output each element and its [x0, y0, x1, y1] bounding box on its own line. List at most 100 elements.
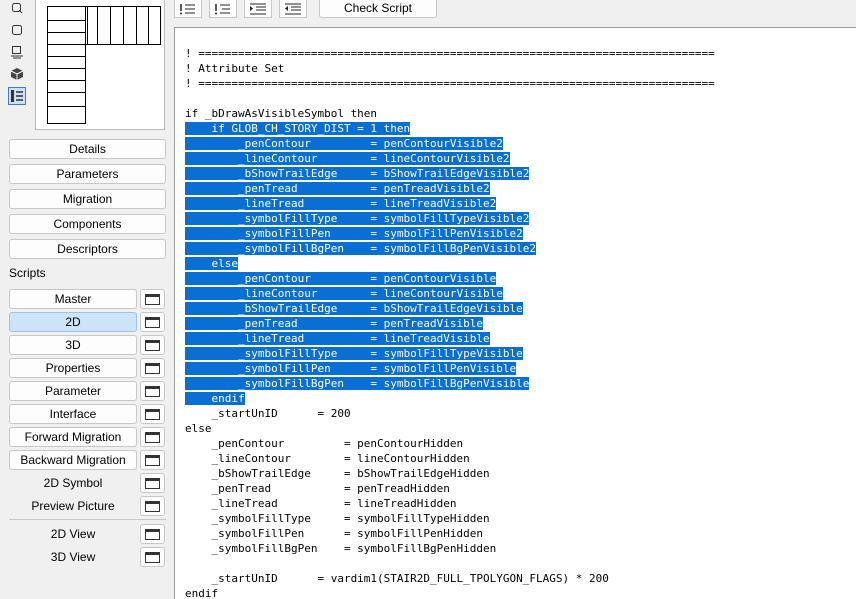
code-text: _penContour = penContourHidden	[185, 437, 464, 450]
code-line[interactable]: _lineTread = lineTreadVisible	[185, 331, 715, 346]
select-icon[interactable]	[9, 0, 25, 16]
code-line[interactable]: _penContour = penContourVisible	[185, 271, 715, 286]
script-interface-button[interactable]: Interface	[9, 404, 137, 424]
indent-button[interactable]	[244, 0, 272, 18]
code-line[interactable]: _bShowTrailEdge = bShowTrailEdgeHidden	[185, 466, 715, 481]
code-line[interactable]: _bShowTrailEdge = bShowTrailEdgeVisible2	[185, 166, 715, 181]
indent-icon	[250, 3, 266, 14]
3d-view-button[interactable]: 3D View	[9, 547, 137, 567]
code-line[interactable]: _symbolFillType = symbolFillTypeVisible2	[185, 211, 715, 226]
open-window-button[interactable]	[140, 358, 165, 378]
details-button[interactable]: Details	[9, 139, 166, 159]
descriptors-button[interactable]: Descriptors	[9, 239, 166, 259]
code-line[interactable]: _symbolFillPen = symbolFillPenVisible2	[185, 226, 715, 241]
code-line[interactable]: _lineContour = lineContourVisible	[185, 286, 715, 301]
code-area[interactable]: ! ======================================…	[185, 46, 715, 599]
window-icon	[145, 293, 160, 305]
cube-icon[interactable]	[9, 66, 25, 82]
open-window-button[interactable]	[140, 381, 165, 401]
open-window-button[interactable]	[140, 547, 165, 567]
code-line[interactable]: _lineContour = lineContourHidden	[185, 451, 715, 466]
code-line[interactable]: _symbolFillPen = symbolFillPenHidden	[185, 526, 715, 541]
code-line[interactable]	[185, 91, 715, 106]
code-line[interactable]: _penTread = penTreadHidden	[185, 481, 715, 496]
code-line[interactable]: _lineContour = lineContourVisible2	[185, 151, 715, 166]
code-line[interactable]: _symbolFillBgPen = symbolFillBgPenHidden	[185, 541, 715, 556]
selected-code-text: _bShowTrailEdge = bShowTrailEdgeVisible2	[185, 167, 530, 180]
stamp-icon[interactable]	[9, 44, 25, 60]
open-window-button[interactable]	[140, 496, 165, 516]
check-script-button[interactable]: Check Script	[319, 0, 437, 18]
code-line[interactable]: _symbolFillPen = symbolFillPenVisible	[185, 361, 715, 376]
selected-code-text: _bShowTrailEdge = bShowTrailEdgeVisible	[185, 302, 523, 315]
code-line[interactable]: _symbolFillBgPen = symbolFillBgPenVisibl…	[185, 376, 715, 391]
code-line[interactable]: _symbolFillType = symbolFillTypeVisible	[185, 346, 715, 361]
selected-code-text: else	[185, 257, 238, 270]
script-3d-button[interactable]: 3D	[9, 335, 137, 355]
code-text: _bShowTrailEdge = bShowTrailEdgeHidden	[185, 467, 490, 480]
code-line[interactable]: if _bDrawAsVisibleSymbol then	[185, 106, 715, 121]
code-line[interactable]: _symbolFillType = symbolFillTypeHidden	[185, 511, 715, 526]
window-icon	[145, 551, 160, 563]
2d-symbol-button[interactable]: 2D Symbol	[9, 473, 137, 493]
script-parameter-button[interactable]: Parameter	[9, 381, 137, 401]
code-line[interactable]: else	[185, 256, 715, 271]
code-line[interactable]	[185, 556, 715, 571]
code-line[interactable]: _startUnID = vardim1(STAIR2D_FULL_TPOLYG…	[185, 571, 715, 586]
script-master-button[interactable]: Master	[9, 289, 137, 309]
selected-code-text: _symbolFillBgPen = symbolFillBgPenVisibl…	[185, 242, 536, 255]
selected-code-text: _penTread = penTreadVisible	[185, 317, 484, 330]
code-line[interactable]: else	[185, 421, 715, 436]
2d-view-button[interactable]: 2D View	[9, 524, 137, 544]
parameters-button[interactable]: Parameters	[9, 164, 166, 184]
code-line[interactable]: _penContour = penContourVisible2	[185, 136, 715, 151]
selected-code-text: _lineTread = lineTreadVisible	[185, 332, 490, 345]
list-view-icon[interactable]	[8, 87, 26, 105]
code-text: _symbolFillBgPen = symbolFillBgPenHidden	[185, 542, 497, 555]
numbered-list-button[interactable]	[209, 0, 237, 18]
list-format-button[interactable]	[174, 0, 202, 18]
script-editor[interactable]: ! ======================================…	[174, 27, 856, 599]
window-icon	[145, 339, 160, 351]
script-2d-button[interactable]: 2D	[9, 312, 137, 332]
code-line[interactable]: _penContour = penContourHidden	[185, 436, 715, 451]
code-line[interactable]: ! Attribute Set	[185, 61, 715, 76]
script-properties-button[interactable]: Properties	[9, 358, 137, 378]
preview-picture-button[interactable]: Preview Picture	[9, 496, 137, 516]
selected-code-text: _symbolFillType = symbolFillTypeVisible	[185, 347, 523, 360]
selected-code-text: _lineTread = lineTreadVisible2	[185, 197, 497, 210]
code-line[interactable]: endif	[185, 586, 715, 599]
code-text: _symbolFillPen = symbolFillPenHidden	[185, 527, 484, 540]
code-line[interactable]: ! ======================================…	[185, 76, 715, 91]
code-text: _startUnID = 200	[185, 407, 351, 420]
code-line[interactable]: _lineTread = lineTreadVisible2	[185, 196, 715, 211]
code-line[interactable]: if GLOB_CH_STORY_DIST = 1 then	[185, 121, 715, 136]
code-line[interactable]: _bShowTrailEdge = bShowTrailEdgeVisible	[185, 301, 715, 316]
open-window-button[interactable]	[140, 427, 165, 447]
code-text: endif	[185, 587, 219, 599]
selected-code-text: _symbolFillPen = symbolFillPenVisible2	[185, 227, 523, 240]
open-window-button[interactable]	[140, 289, 165, 309]
code-line[interactable]: ! ======================================…	[185, 46, 715, 61]
script-backward-migration-button[interactable]: Backward Migration	[9, 450, 137, 470]
open-window-button[interactable]	[140, 312, 165, 332]
outdent-button[interactable]	[279, 0, 307, 18]
code-line[interactable]: endif	[185, 391, 715, 406]
code-line[interactable]: _startUnID = 200	[185, 406, 715, 421]
open-window-button[interactable]	[140, 473, 165, 493]
open-window-button[interactable]	[140, 524, 165, 544]
open-window-button[interactable]	[140, 404, 165, 424]
open-window-button[interactable]	[140, 450, 165, 470]
components-button[interactable]: Components	[9, 214, 166, 234]
migration-button[interactable]: Migration	[9, 189, 166, 209]
code-line[interactable]: _lineTread = lineTreadHidden	[185, 496, 715, 511]
square-icon[interactable]	[9, 22, 25, 38]
open-window-button[interactable]	[140, 335, 165, 355]
code-text: _penTread = penTreadHidden	[185, 482, 450, 495]
code-line[interactable]: _penTread = penTreadVisible2	[185, 181, 715, 196]
code-text: else	[185, 422, 212, 435]
code-line[interactable]: _symbolFillBgPen = symbolFillBgPenVisibl…	[185, 241, 715, 256]
script-forward-migration-button[interactable]: Forward Migration	[9, 427, 137, 447]
code-line[interactable]: _penTread = penTreadVisible	[185, 316, 715, 331]
selected-code-text: if GLOB_CH_STORY_DIST = 1 then	[185, 122, 411, 135]
